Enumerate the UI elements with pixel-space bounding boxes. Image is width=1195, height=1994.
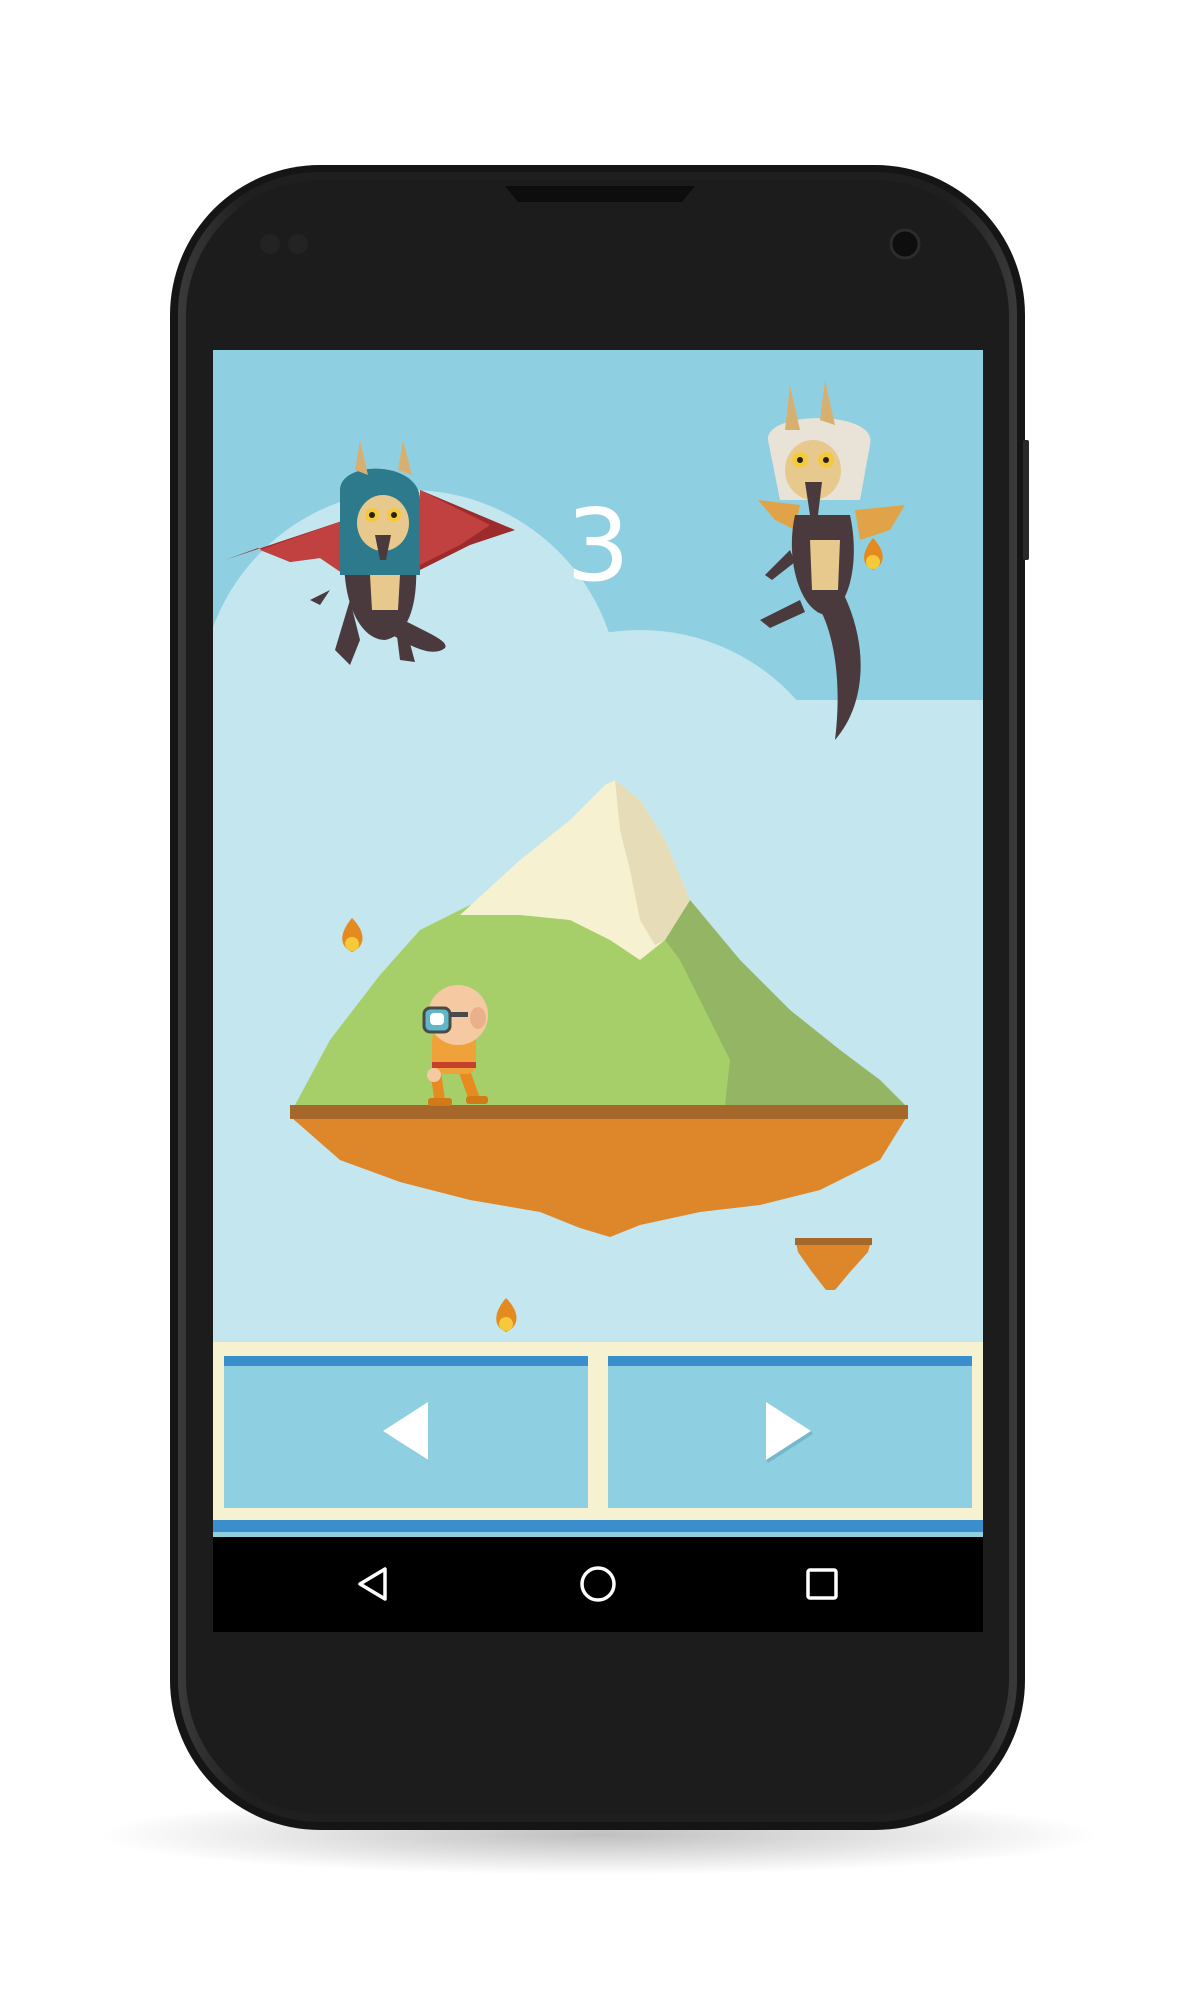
- android-nav-bar: [213, 1537, 983, 1632]
- earpiece: [505, 186, 695, 202]
- game-screen: 3: [213, 350, 983, 1632]
- front-camera: [889, 228, 921, 260]
- phone-mockup: 3: [0, 0, 1195, 1994]
- sensor: [288, 234, 308, 254]
- sensor: [260, 234, 280, 254]
- move-right-button[interactable]: [608, 1356, 972, 1508]
- move-left-button[interactable]: [224, 1356, 588, 1508]
- score-counter: 3: [566, 487, 630, 604]
- small-rock-ledge: [795, 1238, 872, 1245]
